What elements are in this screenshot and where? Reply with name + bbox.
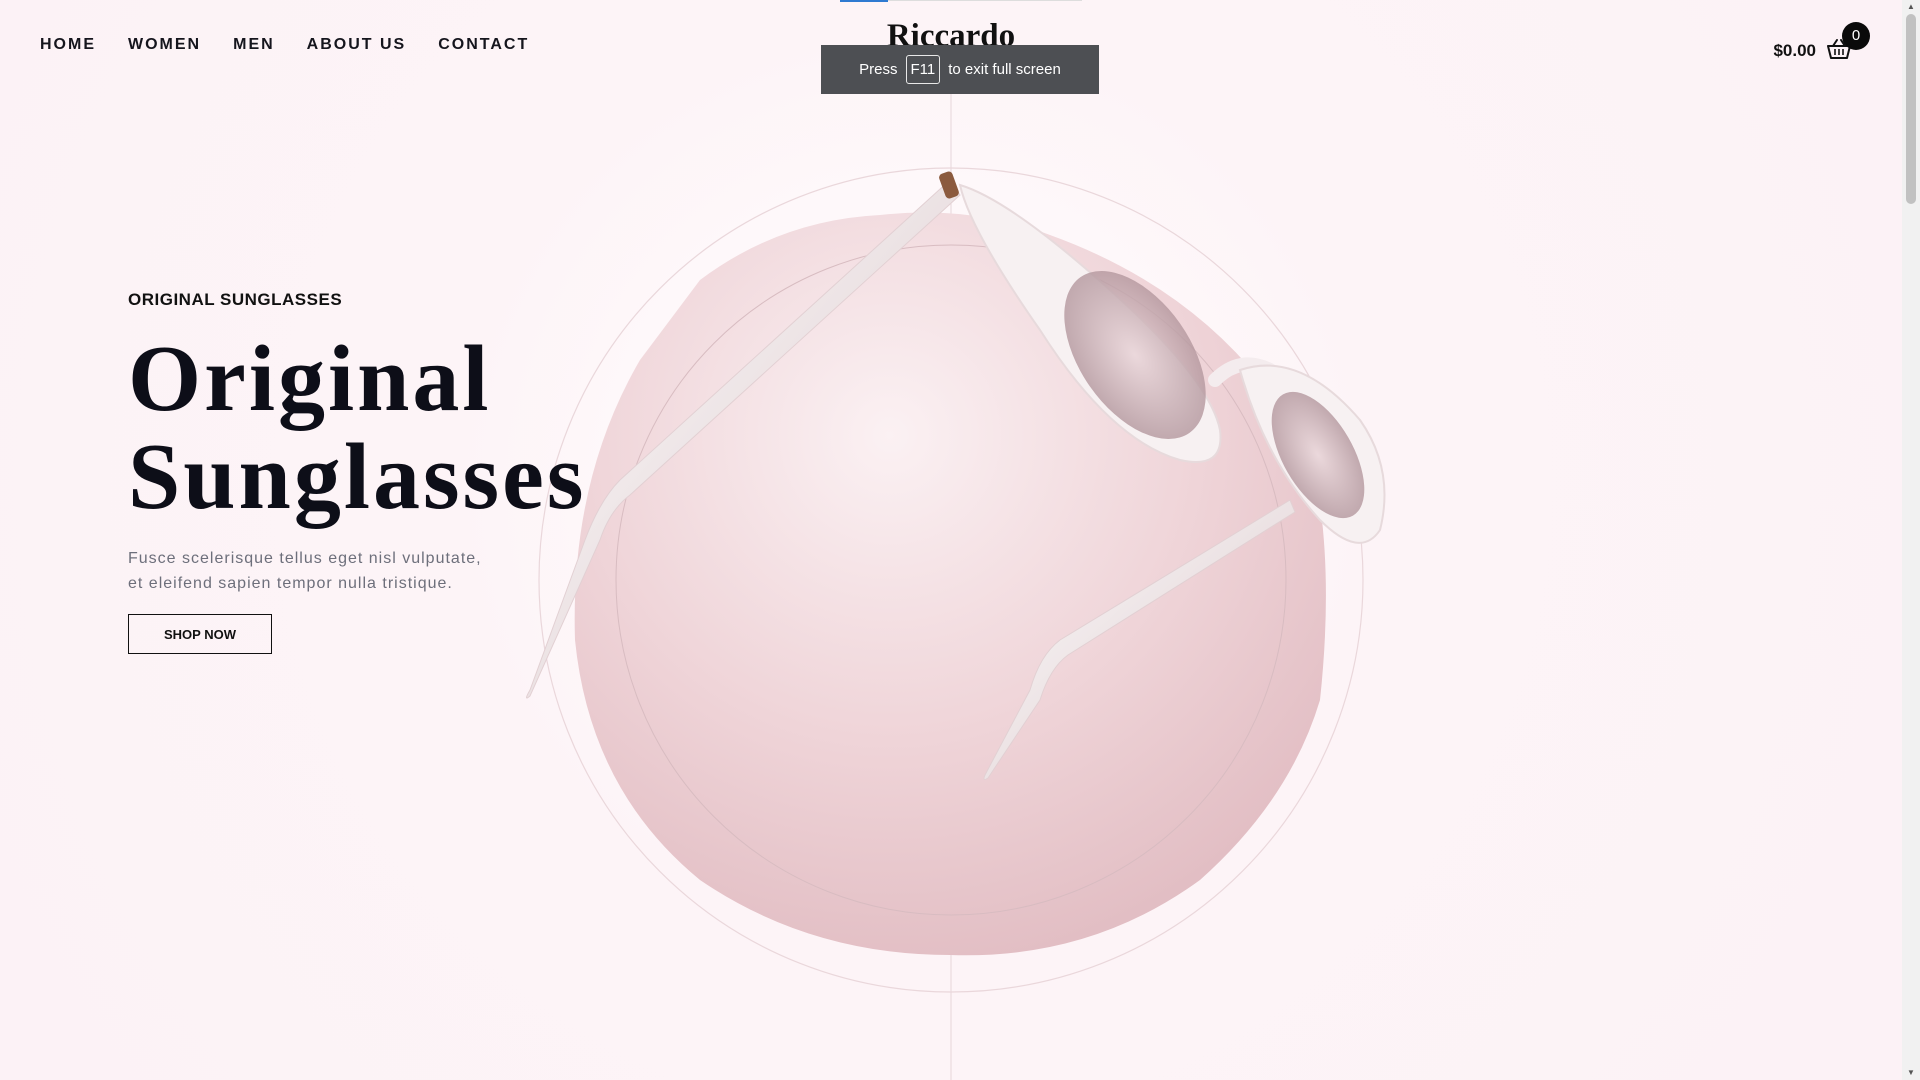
cart[interactable]: $0.00 0 bbox=[1773, 18, 1870, 64]
cart-total[interactable]: $0.00 bbox=[1773, 41, 1816, 61]
toast-key: F11 bbox=[905, 55, 941, 84]
hero-title-line-1: Original bbox=[128, 327, 492, 431]
cart-count-badge: 0 bbox=[1842, 22, 1870, 50]
page-scrollbar[interactable]: ▲ ▼ bbox=[1902, 0, 1920, 1080]
toast-suffix: to exit full screen bbox=[948, 61, 1061, 78]
scroll-up-icon[interactable]: ▲ bbox=[1902, 0, 1920, 14]
hero-sunglasses-image bbox=[526, 90, 1386, 1080]
hero-title: Original Sunglasses bbox=[128, 330, 828, 526]
hero-description-line-1: Fusce scelerisque tellus eget nisl vulpu… bbox=[128, 550, 482, 567]
hero-eyebrow: ORIGINAL SUNGLASSES bbox=[128, 290, 343, 309]
scroll-down-icon[interactable]: ▼ bbox=[1902, 1066, 1920, 1080]
fullscreen-toast: Press F11 to exit full screen bbox=[821, 45, 1099, 94]
hero-description-line-2: et eleifend sapien tempor nulla tristiqu… bbox=[128, 575, 453, 592]
basket-icon[interactable]: 0 bbox=[1826, 22, 1870, 64]
scroll-thumb[interactable] bbox=[1906, 14, 1916, 204]
page: HOME WOMEN MEN ABOUT US CONTACT Riccardo… bbox=[0, 0, 1902, 1080]
browser-tab-indicator bbox=[840, 0, 888, 2]
browser-tab-divider bbox=[888, 0, 1082, 1]
hero-title-line-2: Sunglasses bbox=[128, 425, 587, 529]
hero-description: Fusce scelerisque tellus eget nisl vulpu… bbox=[128, 546, 548, 596]
shop-now-button[interactable]: SHOP NOW bbox=[128, 614, 272, 654]
toast-prefix: Press bbox=[859, 61, 898, 78]
